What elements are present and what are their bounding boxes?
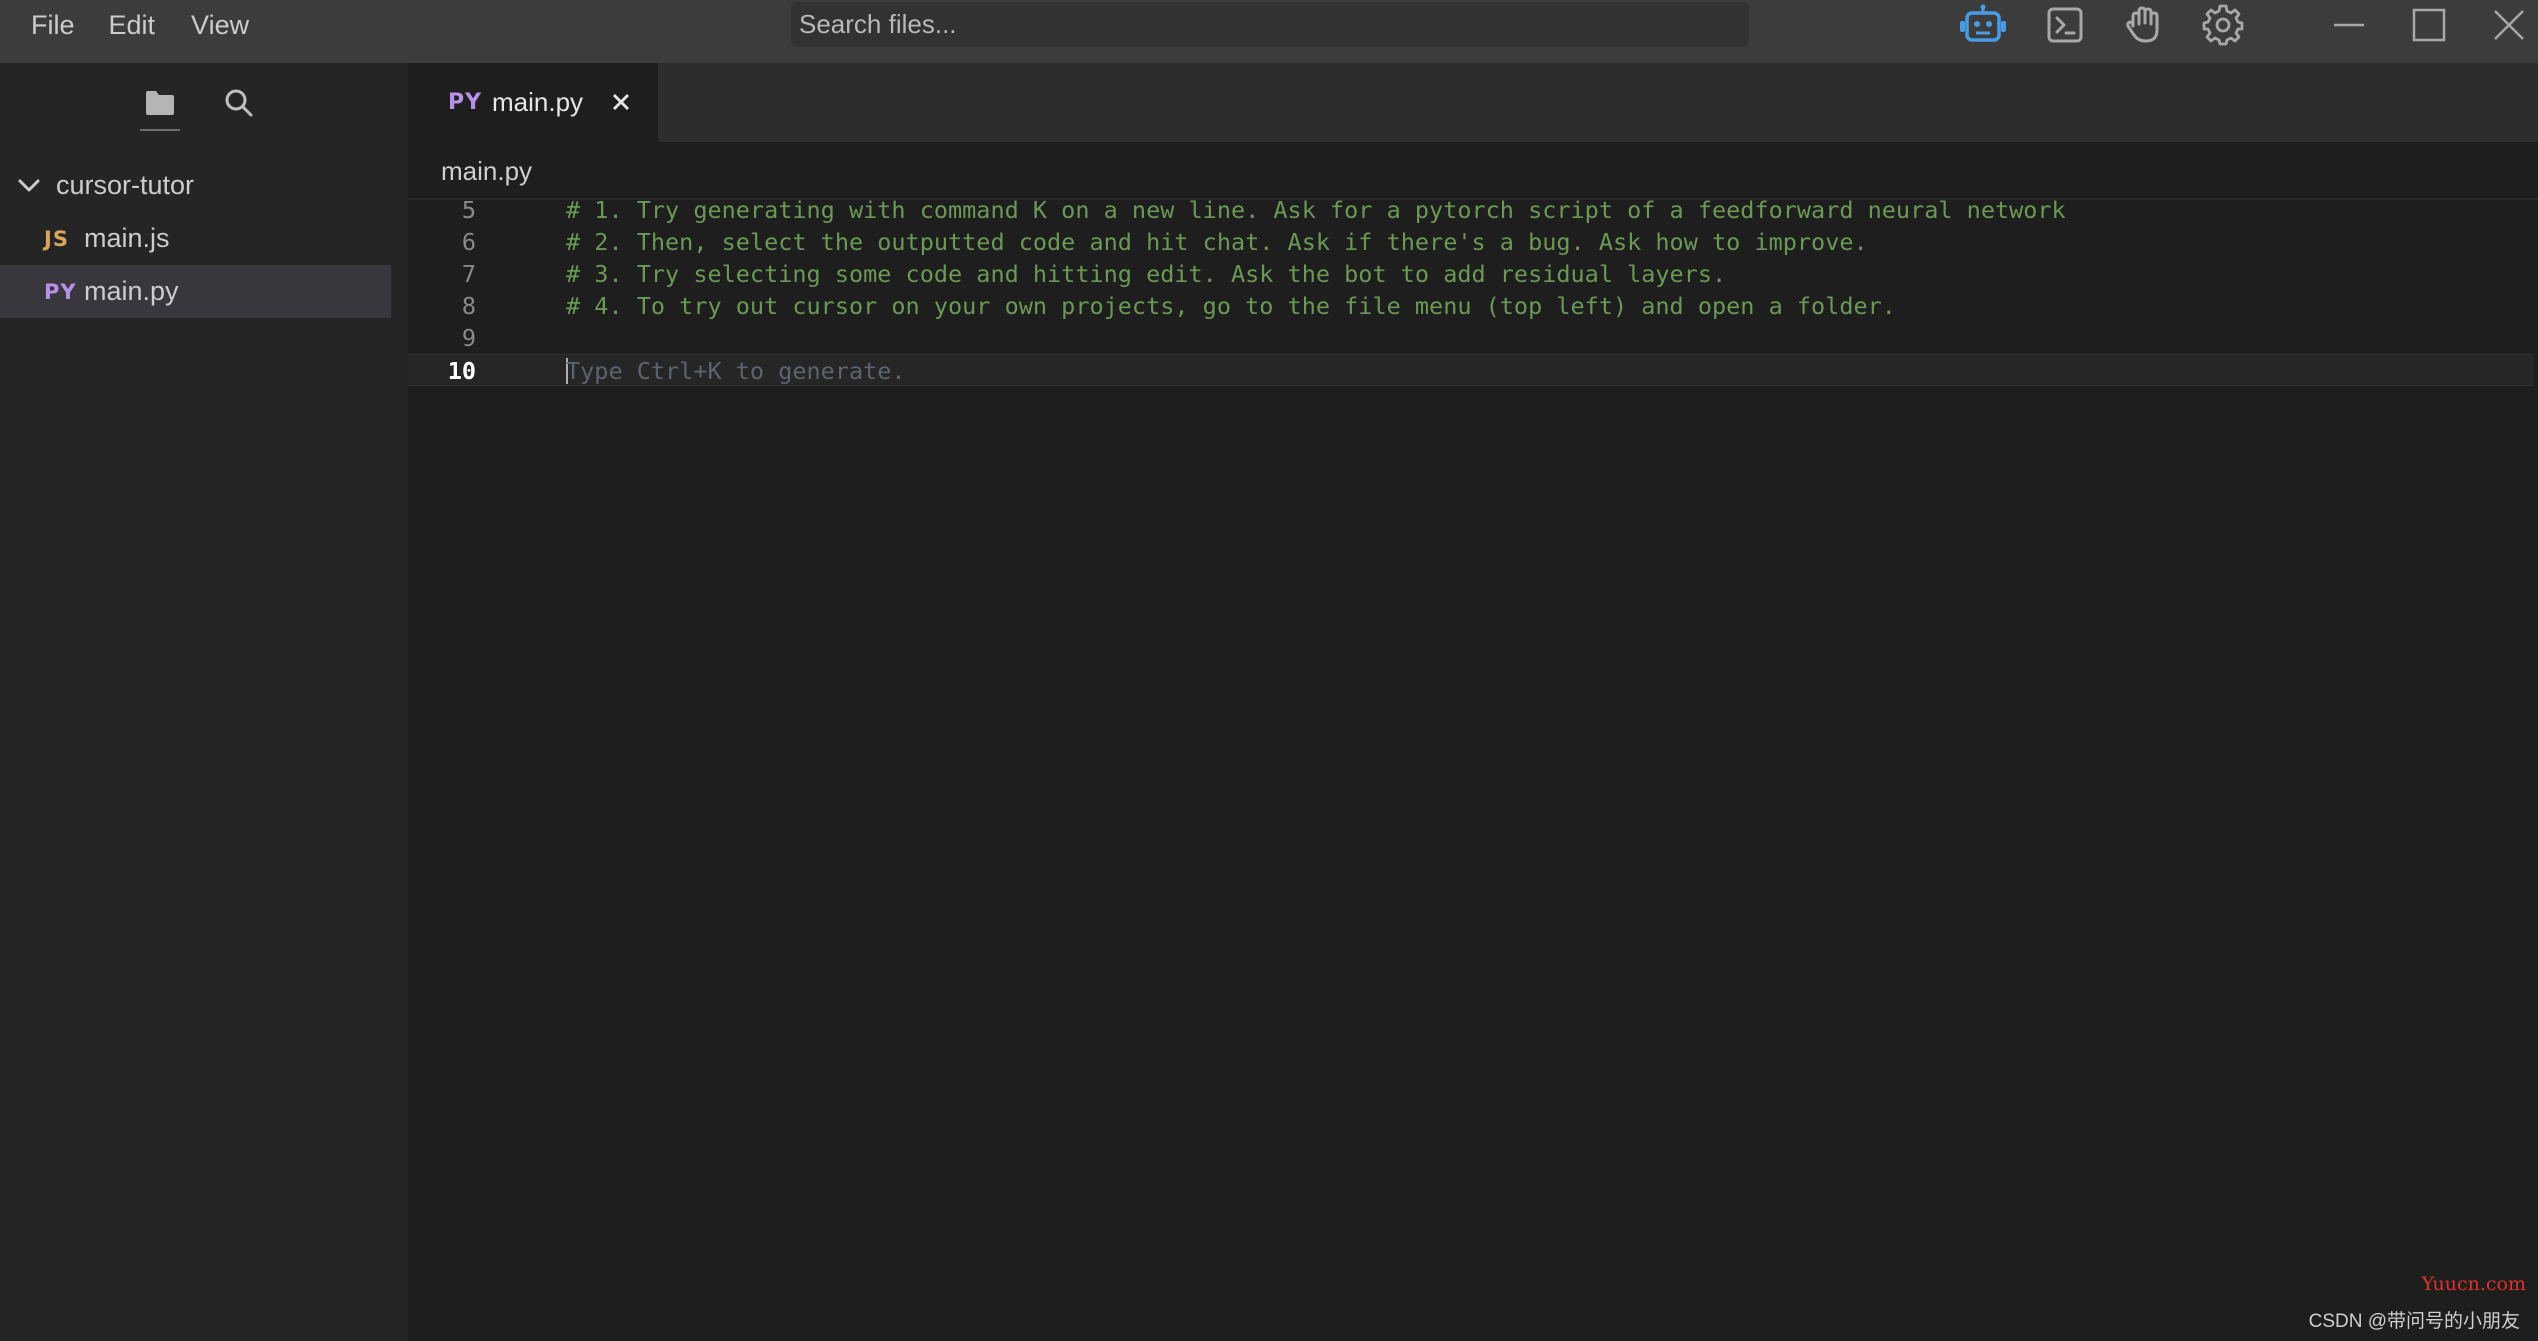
file-tree: cursor-tutor JS main.js PY main.py: [0, 159, 408, 318]
folder-icon[interactable]: [138, 81, 182, 125]
file-name: main.js: [84, 223, 170, 253]
search-files-input[interactable]: Search files...: [791, 2, 1749, 47]
file-main-js[interactable]: JS main.js: [0, 212, 408, 265]
code-text: # 2. Then, select the outputted code and…: [566, 228, 1868, 256]
folder-name: cursor-tutor: [56, 170, 195, 200]
sidebar-tabs: [0, 63, 408, 147]
line-number: 8: [461, 292, 476, 320]
active-tab-indicator: [140, 129, 180, 131]
py-file-icon: PY: [44, 279, 77, 304]
search-icon[interactable]: [217, 81, 261, 125]
code-line: 8 # 4. To try out cursor on your own pro…: [408, 290, 2538, 322]
gear-icon[interactable]: [2192, 0, 2254, 50]
watermark-csdn: CSDN @带问号的小朋友: [2308, 1311, 2520, 1332]
current-code-line[interactable]: 10 Type Ctrl+K to generate.: [408, 354, 2538, 386]
line-number: 9: [461, 324, 476, 352]
code-line: 9: [408, 322, 2538, 354]
tab-label: main.py: [492, 87, 584, 117]
hand-icon[interactable]: [2113, 0, 2175, 50]
code-editor[interactable]: 5 # 1. Try generating with command K on …: [408, 196, 2538, 1341]
line-number: 6: [461, 228, 476, 256]
menu-file[interactable]: File: [15, 0, 91, 50]
editor-tab-bar: PY main.py: [408, 63, 2538, 142]
py-file-icon: PY: [448, 90, 483, 115]
sidebar: cursor-tutor JS main.js PY main.py: [0, 63, 408, 1341]
minimize-icon[interactable]: [2318, 0, 2380, 50]
line-number: 5: [461, 196, 476, 224]
code-line: 7 # 3. Try selecting some code and hitti…: [408, 258, 2538, 290]
vertical-scrollbar[interactable]: [2534, 200, 2538, 1341]
close-window-icon[interactable]: [2478, 0, 2538, 50]
breadcrumb[interactable]: main.py: [408, 142, 2538, 200]
chevron-down-icon: [18, 179, 40, 191]
close-tab-icon[interactable]: [606, 87, 636, 117]
title-bar: File Edit View Search files...: [0, 0, 2538, 63]
file-name: main.py: [84, 276, 179, 306]
app-window: File Edit View Search files... cursor-tu…: [0, 0, 2538, 1341]
menu-bar: File Edit View: [0, 0, 267, 50]
code-text: # 4. To try out cursor on your own proje…: [566, 292, 1896, 320]
generate-hint-placeholder: Type Ctrl+K to generate.: [566, 357, 906, 385]
terminal-icon[interactable]: [2034, 0, 2096, 50]
robot-icon[interactable]: [1952, 0, 2014, 50]
maximize-icon[interactable]: [2398, 0, 2460, 50]
code-line: 6 # 2. Then, select the outputted code a…: [408, 226, 2538, 258]
js-file-icon: JS: [44, 226, 69, 251]
menu-view[interactable]: View: [173, 0, 267, 50]
folder-cursor-tutor[interactable]: cursor-tutor: [0, 159, 408, 212]
menu-edit[interactable]: Edit: [91, 0, 174, 50]
file-main-py[interactable]: PY main.py: [0, 265, 391, 318]
code-text: # 3. Try selecting some code and hitting…: [566, 260, 1727, 288]
tab-main-py[interactable]: PY main.py: [408, 63, 658, 142]
editor: PY main.py main.py 5 # 1. Try generating…: [408, 63, 2538, 1341]
line-number: 7: [461, 260, 476, 288]
line-number: 10: [447, 357, 476, 385]
code-text: # 1. Try generating with command K on a …: [566, 196, 2066, 224]
code-line: 5 # 1. Try generating with command K on …: [408, 194, 2538, 226]
watermark-yuucn: Yuucn.com: [2421, 1273, 2526, 1295]
